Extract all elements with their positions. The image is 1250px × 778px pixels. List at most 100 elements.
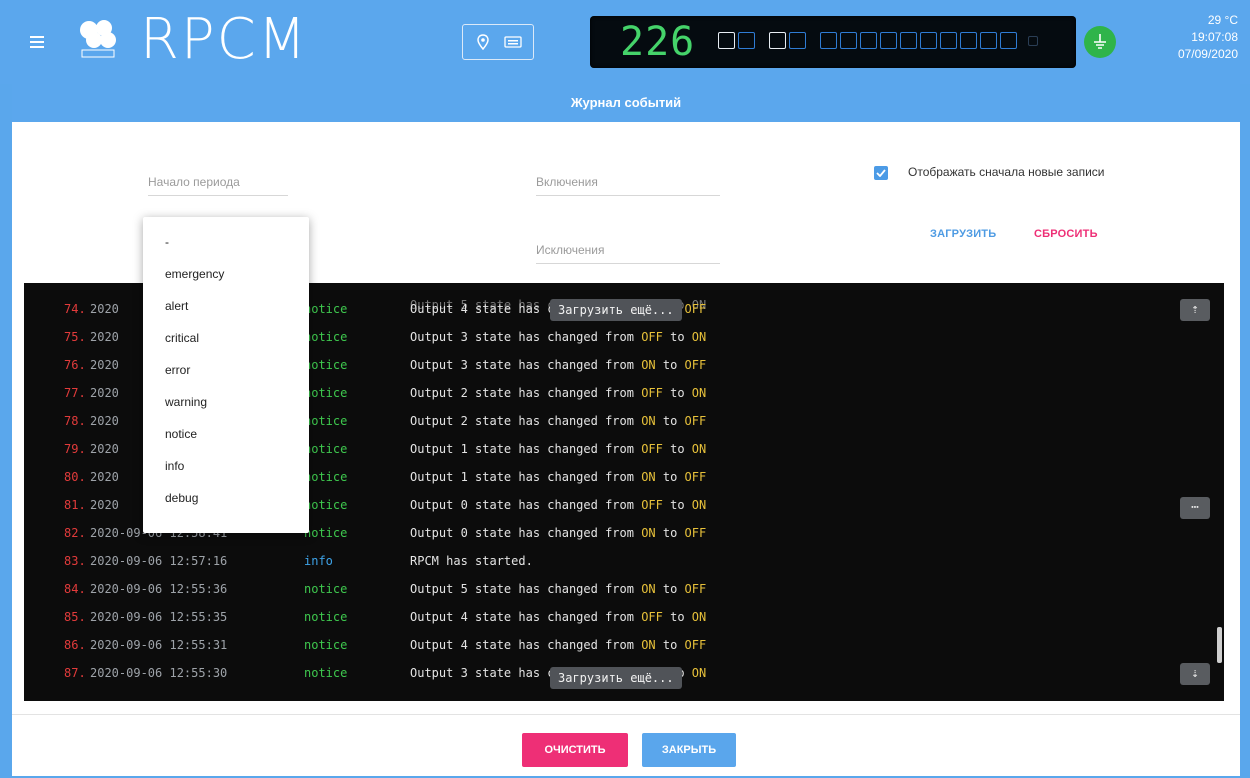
log-timestamp: 2020-09-06 12:55:36	[90, 582, 228, 596]
state-to: OFF	[684, 470, 707, 484]
load-more-top-button[interactable]: Загрузить ещё...	[550, 299, 682, 321]
log-timestamp: 2020	[90, 330, 119, 344]
log-line-number: 78.	[64, 414, 86, 428]
map-pin-icon[interactable]	[473, 32, 493, 52]
log-row: 83. 2020-09-06 12:57:16 info RPCM has start…	[24, 551, 1214, 571]
log-timestamp: 2020-09-06 12:55:35	[90, 610, 228, 624]
log-level: notice	[304, 302, 348, 316]
load-more-bottom-button[interactable]: Загрузить ещё...	[550, 667, 682, 689]
power-icon	[718, 32, 735, 49]
log-line-number: 75.	[64, 330, 86, 344]
hamburger-icon[interactable]	[30, 36, 44, 48]
log-line-number: 81.	[64, 498, 86, 512]
log-scroll-thumb[interactable]	[1217, 627, 1222, 663]
outlet-icon	[840, 32, 857, 49]
outlet-icon	[1000, 32, 1017, 49]
log-level: notice	[304, 414, 348, 428]
log-message: Output 2 state has changed from ON to OF…	[410, 414, 707, 428]
dropdown-option[interactable]: -	[165, 227, 295, 257]
log-line-number: 82.	[64, 526, 86, 540]
state-from: ON	[641, 638, 656, 652]
log-level: notice	[304, 526, 348, 540]
show-newest-checkbox[interactable]	[874, 166, 888, 180]
state-to: ON	[691, 610, 707, 624]
ellipsis-icon[interactable]: ⋯	[1180, 497, 1210, 519]
state-to: ON	[691, 330, 707, 344]
keyboard-icon[interactable]	[503, 32, 523, 52]
top-header: RPCM 226 29 °C 19:07:08 07/09/2020	[0, 0, 1250, 84]
log-line-number: 74.	[64, 302, 86, 316]
log-message: Output 4 state has changed from OFF to O…	[410, 610, 707, 624]
dropdown-option[interactable]: alert	[165, 291, 295, 321]
tool-button-group	[462, 24, 534, 60]
log-level: notice	[304, 386, 348, 400]
state-from: ON	[641, 358, 656, 372]
log-timestamp: 2020	[90, 358, 119, 372]
log-timestamp: 2020	[90, 302, 119, 316]
outlet-icon	[940, 32, 957, 49]
period-start-input[interactable]	[148, 175, 288, 189]
outlet-icon	[1028, 35, 1038, 46]
log-row: 84. 2020-09-06 12:55:36 notice Output 5 sta…	[24, 579, 1214, 599]
brand-name: RPCM	[140, 7, 309, 72]
load-button[interactable]: ЗАГРУЗИТЬ	[930, 228, 996, 240]
clear-button[interactable]: ОЧИСТИТЬ	[522, 733, 628, 767]
state-to: OFF	[684, 414, 707, 428]
log-timestamp: 2020	[90, 470, 119, 484]
outlet-icon	[880, 32, 897, 49]
rpcm-logo-icon	[80, 20, 116, 58]
state-to: OFF	[684, 638, 707, 652]
state-to: OFF	[684, 526, 707, 540]
exclude-input[interactable]	[536, 243, 720, 257]
log-timestamp: 2020	[90, 414, 119, 428]
dropdown-option[interactable]: info	[165, 451, 295, 481]
state-from: ON	[641, 414, 656, 428]
exclude-field[interactable]	[536, 236, 720, 264]
outlet-icon	[960, 32, 977, 49]
period-start-field[interactable]	[148, 168, 288, 196]
log-line-number: 79.	[64, 442, 86, 456]
log-timestamp: 2020	[90, 442, 119, 456]
state-to: ON	[691, 442, 707, 456]
log-line-number: 84.	[64, 582, 86, 596]
state-from: ON	[641, 526, 656, 540]
log-level: notice	[304, 358, 348, 372]
log-message: Output 4 state has changed from ON to OF…	[410, 638, 707, 652]
state-to: OFF	[684, 582, 707, 596]
state-to: OFF	[684, 358, 707, 372]
reset-button[interactable]: СБРОСИТЬ	[1034, 228, 1098, 240]
dropdown-option[interactable]: critical	[165, 323, 295, 353]
state-from: OFF	[641, 610, 663, 624]
log-level: notice	[304, 666, 348, 680]
log-line-number: 77.	[64, 386, 86, 400]
include-input[interactable]	[536, 175, 720, 189]
log-message: Output 0 state has changed from OFF to O…	[410, 498, 707, 512]
log-line-number: 83.	[64, 554, 86, 568]
dropdown-option[interactable]: emergency	[165, 259, 295, 289]
dropdown-option[interactable]: error	[165, 355, 295, 385]
dropdown-option[interactable]: notice	[165, 419, 295, 449]
dropdown-option[interactable]: debug	[165, 483, 295, 513]
outlet-icon	[900, 32, 917, 49]
log-level: notice	[304, 330, 348, 344]
log-level: notice	[304, 582, 348, 596]
log-line-number: 80.	[64, 470, 86, 484]
arrow-up-icon[interactable]: ⇡	[1180, 299, 1210, 321]
cloud-icon	[769, 32, 786, 49]
state-to: ON	[691, 666, 707, 680]
status-info: 29 °C 19:07:08 07/09/2020	[1178, 12, 1238, 63]
log-level: notice	[304, 610, 348, 624]
ground-icon[interactable]	[1084, 26, 1116, 58]
log-message: Output 0 state has changed from ON to OF…	[410, 526, 707, 540]
log-line-number: 87.	[64, 666, 86, 680]
log-message: Output 3 state has changed from ON to OF…	[410, 358, 707, 372]
log-scrollbar[interactable]	[1216, 283, 1224, 701]
dropdown-option[interactable]: warning	[165, 387, 295, 417]
log-level: notice	[304, 638, 348, 652]
log-message: Output 3 state has changed from OFF to O…	[410, 330, 707, 344]
include-field[interactable]	[536, 168, 720, 196]
level-dropdown[interactable]: - emergency alert critical error warning notic…	[143, 217, 309, 533]
state-from: OFF	[641, 442, 663, 456]
arrow-down-icon[interactable]: ⇣	[1180, 663, 1210, 685]
close-button[interactable]: ЗАКРЫТЬ	[642, 733, 736, 767]
